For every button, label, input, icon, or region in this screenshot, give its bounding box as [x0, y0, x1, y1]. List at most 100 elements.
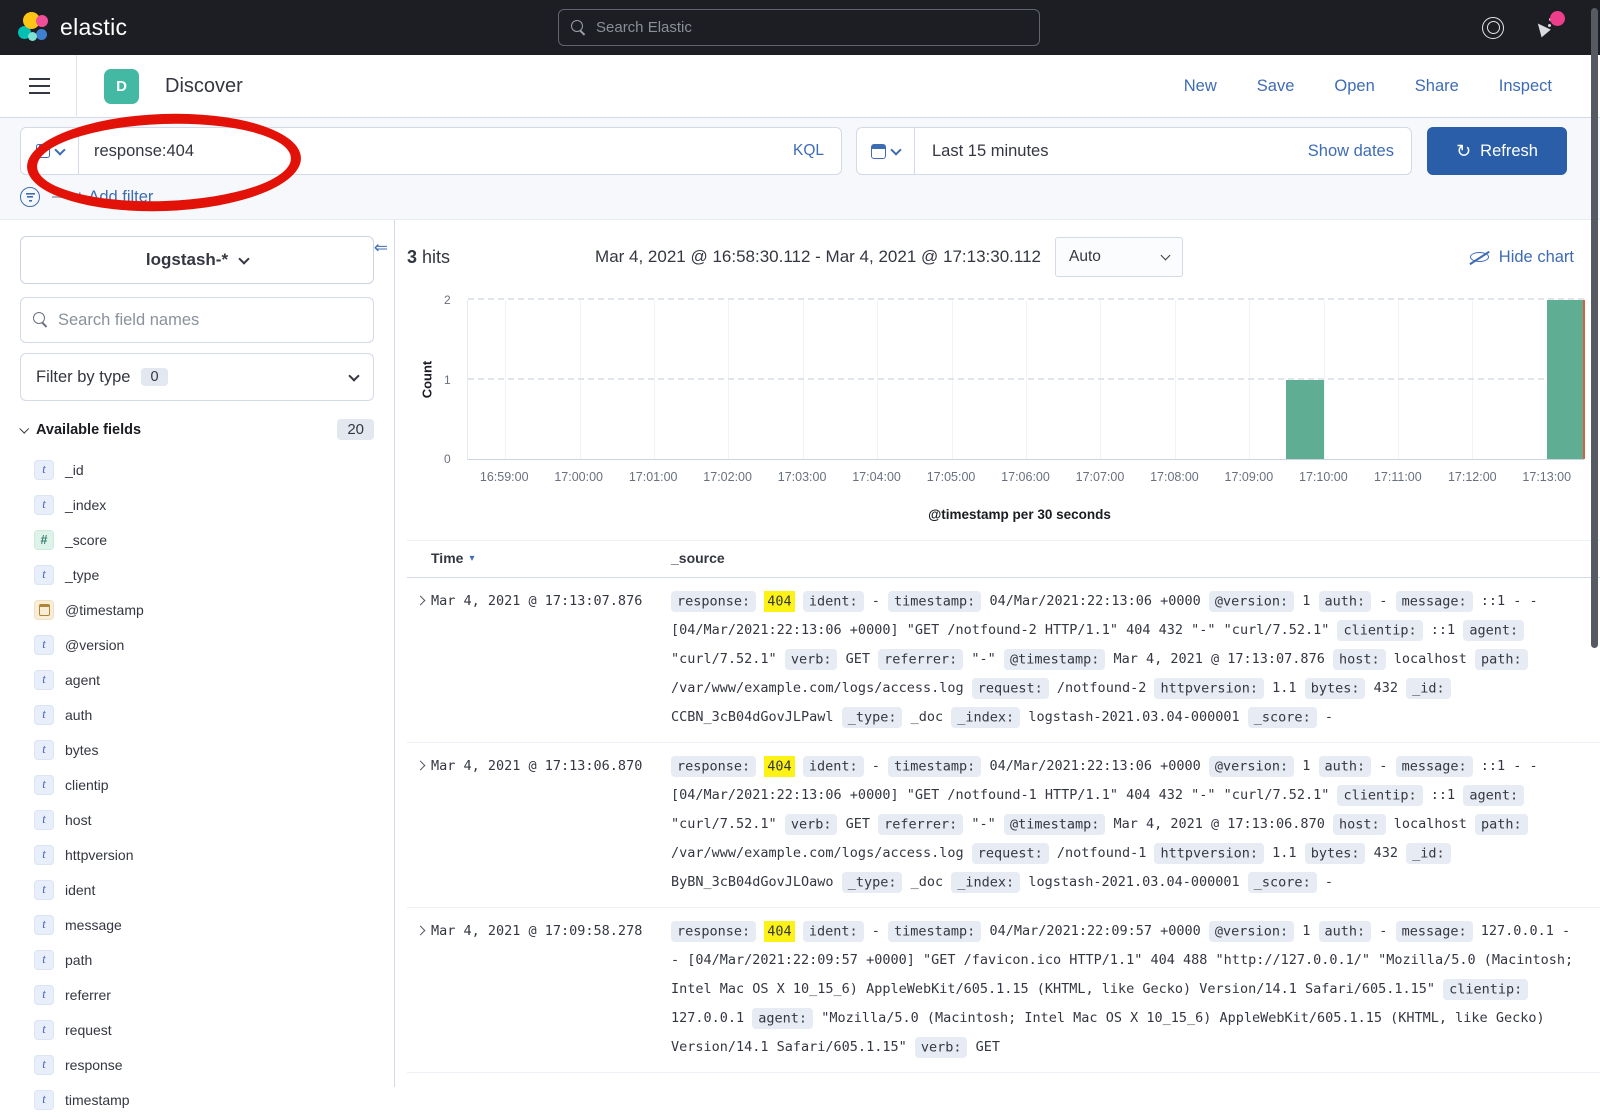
field-item-_score[interactable]: #_score: [0, 522, 394, 557]
filter-count-badge: 0: [141, 368, 167, 386]
add-filter-button[interactable]: + Add filter: [75, 188, 153, 207]
field-item-ident[interactable]: tident: [0, 872, 394, 907]
nav-action-open[interactable]: Open: [1334, 77, 1374, 96]
query-language-button[interactable]: KQL: [776, 142, 841, 160]
x-axis-tick: 17:08:00: [1150, 470, 1199, 484]
scrollbar[interactable]: [1591, 8, 1598, 648]
field-item-bytes[interactable]: tbytes: [0, 732, 394, 767]
string-type-icon: t: [34, 810, 54, 830]
source-field-badge: verb:: [785, 649, 838, 670]
field-name: request: [65, 1022, 112, 1038]
source-field-badge: ident:: [803, 756, 864, 777]
newsfeed-icon[interactable]: [1534, 16, 1558, 40]
chevron-right-icon: [415, 761, 425, 771]
histogram-chart: Count 012 16:59:0017:00:0017:01:0017:02:…: [455, 292, 1584, 524]
refresh-button[interactable]: ↻ Refresh: [1427, 127, 1567, 175]
field-item-message[interactable]: tmessage: [0, 907, 394, 942]
y-axis-tick: 1: [444, 373, 451, 387]
field-name: _index: [65, 497, 106, 513]
date-picker-button[interactable]: [856, 127, 914, 175]
histogram-bar[interactable]: [1286, 380, 1323, 460]
expand-row-button[interactable]: [409, 587, 431, 604]
field-item-referrer[interactable]: treferrer: [0, 977, 394, 1012]
available-fields-count: 20: [337, 419, 374, 440]
time-range-control[interactable]: Last 15 minutes Show dates: [914, 127, 1412, 175]
elastic-logo[interactable]: elastic: [18, 12, 127, 43]
field-item-@version[interactable]: t@version: [0, 627, 394, 662]
source-field-badge: clientip:: [1337, 785, 1422, 806]
collapse-sidebar-icon[interactable]: ⇐: [374, 238, 388, 258]
field-item-httpversion[interactable]: thttpversion: [0, 837, 394, 872]
field-item-_type[interactable]: t_type: [0, 557, 394, 592]
x-axis-tick: 16:59:00: [480, 470, 529, 484]
index-pattern-name: logstash-*: [146, 250, 228, 270]
nav-action-inspect[interactable]: Inspect: [1499, 77, 1552, 96]
source-field-badge: request:: [972, 843, 1049, 864]
available-fields-header[interactable]: Available fields 20: [20, 419, 374, 440]
global-search-input[interactable]: [596, 19, 1027, 36]
highlighted-value: 404: [764, 756, 794, 777]
source-field-badge: timestamp:: [888, 756, 981, 777]
current-time-marker: [1583, 300, 1586, 459]
source-field-badge: timestamp:: [888, 921, 981, 942]
discover-main: 3hits Mar 4, 2021 @ 16:58:30.112 - Mar 4…: [395, 220, 1600, 1087]
expand-row-button[interactable]: [409, 752, 431, 769]
calendar-icon: [871, 144, 886, 159]
help-icon[interactable]: [1482, 17, 1504, 39]
field-item-_index[interactable]: t_index: [0, 487, 394, 522]
show-dates-button[interactable]: Show dates: [1308, 142, 1394, 161]
filter-menu-icon[interactable]: [20, 187, 40, 207]
source-field-badge: verb:: [785, 814, 838, 835]
field-search-input[interactable]: [58, 311, 361, 330]
expand-row-button[interactable]: [409, 917, 431, 934]
nav-action-save[interactable]: Save: [1257, 77, 1295, 96]
page-title: Discover: [165, 75, 243, 98]
source-field-badge: referrer:: [878, 649, 963, 670]
field-item-path[interactable]: tpath: [0, 942, 394, 977]
field-search[interactable]: [20, 297, 374, 343]
field-item-request[interactable]: trequest: [0, 1012, 394, 1047]
saved-query-menu-button[interactable]: [21, 128, 79, 174]
field-item-agent[interactable]: tagent: [0, 662, 394, 697]
doc-source: response: 404 ident: - timestamp: 04/Mar…: [671, 917, 1574, 1062]
source-field-badge: host:: [1333, 649, 1386, 670]
divider: [76, 55, 77, 118]
query-input[interactable]: [79, 142, 776, 161]
source-field-badge: ident:: [803, 591, 864, 612]
histogram-bar[interactable]: [1547, 300, 1584, 459]
global-header: elastic: [0, 0, 1600, 55]
string-type-icon: t: [34, 670, 54, 690]
time-column-header[interactable]: Time ▾: [431, 550, 671, 566]
filter-by-type-select[interactable]: Filter by type 0: [20, 353, 374, 401]
field-item-_id[interactable]: t_id: [0, 452, 394, 487]
chart-plot-area: 012: [467, 300, 1584, 460]
global-search[interactable]: [558, 9, 1040, 46]
menu-icon[interactable]: [29, 78, 50, 94]
doc-timestamp: Mar 4, 2021 @ 17:09:58.278: [431, 917, 671, 946]
field-item-clientip[interactable]: tclientip: [0, 767, 394, 802]
field-item-@timestamp[interactable]: @timestamp: [0, 592, 394, 627]
source-field-badge: response:: [671, 591, 756, 612]
nav-action-new[interactable]: New: [1184, 77, 1217, 96]
field-item-host[interactable]: thost: [0, 802, 394, 837]
string-type-icon: t: [34, 705, 54, 725]
index-pattern-select[interactable]: logstash-*: [20, 236, 374, 284]
source-field-badge: _index:: [951, 707, 1020, 728]
source-field-badge: _type:: [842, 707, 903, 728]
source-field-badge: message:: [1396, 921, 1473, 942]
y-axis-label: Count: [419, 361, 434, 399]
field-item-response[interactable]: tresponse: [0, 1047, 394, 1082]
discover-app-badge[interactable]: D: [104, 69, 139, 104]
nav-action-share[interactable]: Share: [1415, 77, 1459, 96]
field-name: auth: [65, 707, 92, 723]
source-field-badge: message:: [1396, 591, 1473, 612]
doc-timestamp: Mar 4, 2021 @ 17:13:06.870: [431, 752, 671, 781]
time-range-value[interactable]: Last 15 minutes: [932, 142, 1048, 161]
interval-select[interactable]: Auto: [1055, 237, 1183, 277]
field-item-timestamp[interactable]: ttimestamp: [0, 1082, 394, 1117]
field-item-auth[interactable]: tauth: [0, 697, 394, 732]
source-field-badge: host:: [1333, 814, 1386, 835]
chevron-down-icon: [890, 144, 901, 155]
hide-chart-button[interactable]: Hide chart: [1469, 247, 1574, 267]
fields-sidebar: logstash-* ⇐ Filter by type 0 Available …: [0, 220, 395, 1087]
